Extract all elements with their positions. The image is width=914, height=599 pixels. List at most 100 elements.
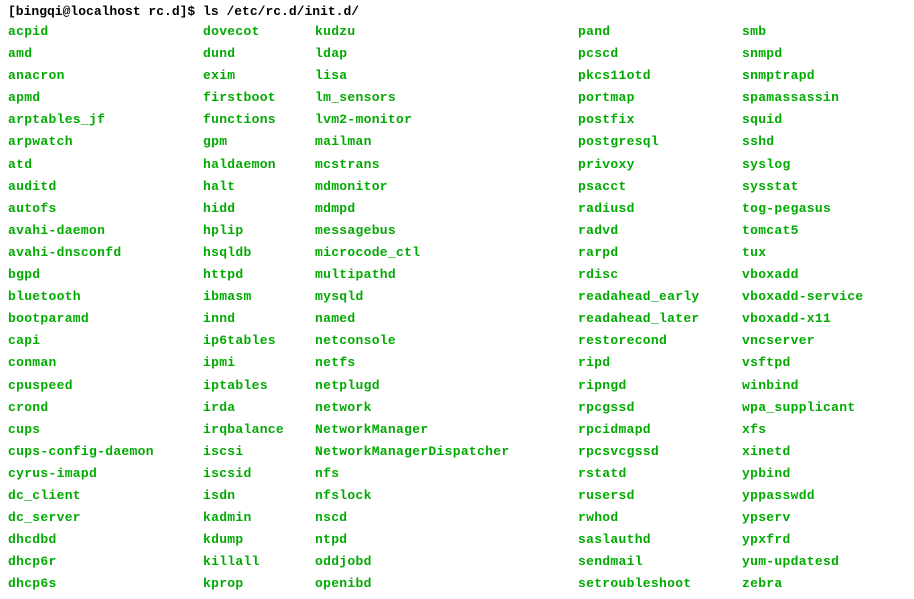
- file-entry: bluetooth: [8, 286, 203, 308]
- file-entry: sendmail: [578, 551, 742, 573]
- file-entry: wpa_supplicant: [742, 397, 864, 419]
- file-entry: zebra: [742, 573, 864, 595]
- file-entry: innd: [203, 308, 315, 330]
- file-entry: irqbalance: [203, 419, 315, 441]
- file-entry: isdn: [203, 485, 315, 507]
- file-entry: ip6tables: [203, 330, 315, 352]
- file-entry: cpuspeed: [8, 375, 203, 397]
- file-entry: NetworkManager: [315, 419, 578, 441]
- file-entry: rarpd: [578, 242, 742, 264]
- file-entry: irda: [203, 397, 315, 419]
- file-entry: bootparamd: [8, 308, 203, 330]
- file-entry: yppasswdd: [742, 485, 864, 507]
- file-entry: killall: [203, 551, 315, 573]
- file-entry: cups: [8, 419, 203, 441]
- file-entry: NetworkManagerDispatcher: [315, 441, 578, 463]
- file-entry: kadmin: [203, 507, 315, 529]
- file-entry: multipathd: [315, 264, 578, 286]
- file-entry: mailman: [315, 131, 578, 153]
- file-entry: vboxadd: [742, 264, 864, 286]
- file-entry: kudzu: [315, 21, 578, 43]
- file-entry: rpcsvcgssd: [578, 441, 742, 463]
- file-entry: dund: [203, 43, 315, 65]
- file-entry: netfs: [315, 352, 578, 374]
- file-entry: firstboot: [203, 87, 315, 109]
- prompt-prefix: [bingqi@localhost rc.d]$: [8, 4, 203, 19]
- file-entry: radiusd: [578, 198, 742, 220]
- ls-output: acpidamdanacronapmdarptables_jfarpwatcha…: [8, 21, 906, 595]
- file-entry: setroubleshoot: [578, 573, 742, 595]
- file-entry: rstatd: [578, 463, 742, 485]
- file-entry: dhcp6r: [8, 551, 203, 573]
- file-entry: syslog: [742, 154, 864, 176]
- file-entry: mdmonitor: [315, 176, 578, 198]
- file-entry: cyrus-imapd: [8, 463, 203, 485]
- file-entry: autofs: [8, 198, 203, 220]
- file-entry: amd: [8, 43, 203, 65]
- file-entry: arpwatch: [8, 131, 203, 153]
- file-entry: nscd: [315, 507, 578, 529]
- command-text: ls /etc/rc.d/init.d/: [203, 4, 359, 19]
- file-entry: vboxadd-service: [742, 286, 864, 308]
- file-entry: spamassassin: [742, 87, 864, 109]
- file-entry: ntpd: [315, 529, 578, 551]
- file-entry: network: [315, 397, 578, 419]
- file-entry: kdump: [203, 529, 315, 551]
- file-entry: iscsi: [203, 441, 315, 463]
- file-entry: sshd: [742, 131, 864, 153]
- file-entry: named: [315, 308, 578, 330]
- file-entry: snmptrapd: [742, 65, 864, 87]
- ls-column-4: pandpcscdpkcs11otdportmappostfixpostgres…: [578, 21, 742, 595]
- file-entry: bgpd: [8, 264, 203, 286]
- file-entry: privoxy: [578, 154, 742, 176]
- shell-prompt-line: [bingqi@localhost rc.d]$ ls /etc/rc.d/in…: [8, 4, 906, 19]
- file-entry: hplip: [203, 220, 315, 242]
- file-entry: cups-config-daemon: [8, 441, 203, 463]
- file-entry: microcode_ctl: [315, 242, 578, 264]
- file-entry: iscsid: [203, 463, 315, 485]
- file-entry: avahi-dnsconfd: [8, 242, 203, 264]
- file-entry: tux: [742, 242, 864, 264]
- file-entry: xinetd: [742, 441, 864, 463]
- file-entry: rpcidmapd: [578, 419, 742, 441]
- file-entry: nfs: [315, 463, 578, 485]
- file-entry: iptables: [203, 375, 315, 397]
- file-entry: restorecond: [578, 330, 742, 352]
- file-entry: hidd: [203, 198, 315, 220]
- file-entry: crond: [8, 397, 203, 419]
- file-entry: auditd: [8, 176, 203, 198]
- file-entry: haldaemon: [203, 154, 315, 176]
- ls-column-2: dovecotdundeximfirstbootfunctionsgpmhald…: [203, 21, 315, 595]
- file-entry: tog-pegasus: [742, 198, 864, 220]
- file-entry: ypbind: [742, 463, 864, 485]
- file-entry: portmap: [578, 87, 742, 109]
- file-entry: mcstrans: [315, 154, 578, 176]
- file-entry: dc_server: [8, 507, 203, 529]
- file-entry: readahead_early: [578, 286, 742, 308]
- file-entry: acpid: [8, 21, 203, 43]
- file-entry: capi: [8, 330, 203, 352]
- file-entry: postgresql: [578, 131, 742, 153]
- file-entry: saslauthd: [578, 529, 742, 551]
- file-entry: netconsole: [315, 330, 578, 352]
- file-entry: conman: [8, 352, 203, 374]
- file-entry: atd: [8, 154, 203, 176]
- file-entry: sysstat: [742, 176, 864, 198]
- file-entry: winbind: [742, 375, 864, 397]
- file-entry: openibd: [315, 573, 578, 595]
- file-entry: vsftpd: [742, 352, 864, 374]
- file-entry: dc_client: [8, 485, 203, 507]
- file-entry: pkcs11otd: [578, 65, 742, 87]
- ls-column-5: smbsnmpdsnmptrapdspamassassinsquidsshdsy…: [742, 21, 864, 595]
- file-entry: kprop: [203, 573, 315, 595]
- file-entry: rpcgssd: [578, 397, 742, 419]
- file-entry: lisa: [315, 65, 578, 87]
- file-entry: dovecot: [203, 21, 315, 43]
- file-entry: ripd: [578, 352, 742, 374]
- file-entry: rdisc: [578, 264, 742, 286]
- file-entry: gpm: [203, 131, 315, 153]
- file-entry: hsqldb: [203, 242, 315, 264]
- file-entry: vncserver: [742, 330, 864, 352]
- file-entry: ibmasm: [203, 286, 315, 308]
- file-entry: readahead_later: [578, 308, 742, 330]
